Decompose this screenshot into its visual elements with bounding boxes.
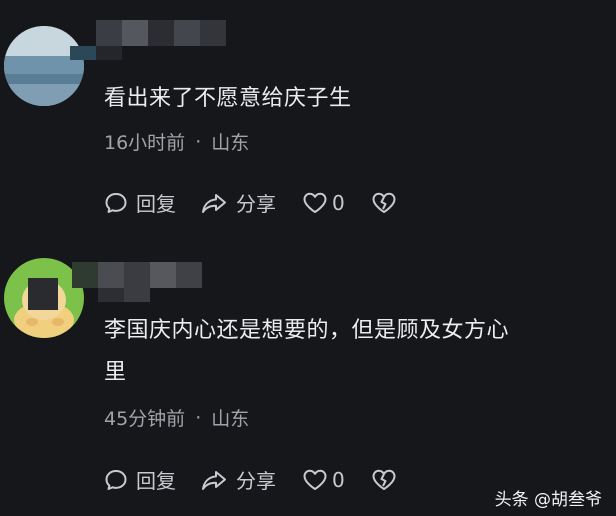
share-button[interactable]: 分享 (200, 188, 276, 217)
broken-heart-icon (372, 192, 396, 213)
like-count: 0 (332, 190, 345, 215)
heart-icon (303, 469, 327, 490)
username-blurred-row2 (98, 288, 150, 302)
comment-actions: 回复 分享 0 (104, 188, 397, 217)
comment-text: 看出来了不愿意给庆子生 (104, 86, 352, 111)
comment-time: 45分钟前 (104, 408, 186, 430)
reply-label: 回复 (136, 469, 176, 493)
watermark: 头条 @胡叁爷 (494, 490, 602, 510)
share-label: 分享 (236, 192, 276, 216)
avatar[interactable] (4, 26, 84, 106)
like-count: 0 (332, 467, 345, 492)
comment-text-line: 里 (104, 360, 127, 385)
share-button[interactable]: 分享 (200, 465, 276, 494)
dislike-button[interactable] (371, 191, 397, 215)
like-button[interactable]: 0 (302, 468, 345, 492)
comment-text: 李国庆内心还是想要的，但是顾及女方心 里 (104, 310, 604, 394)
comment-time: 16小时前 (104, 132, 186, 154)
like-button[interactable]: 0 (302, 191, 345, 215)
comment-meta: 45分钟前 · 山东 (104, 404, 249, 431)
reply-label: 回复 (136, 192, 176, 216)
comment-bubble-icon (105, 469, 127, 490)
comment-meta: 16小时前 · 山东 (104, 128, 249, 155)
username-blurred[interactable] (96, 20, 226, 46)
reply-button[interactable]: 回复 (104, 465, 176, 494)
comment-bubble-icon (105, 192, 127, 213)
meta-separator: · (195, 406, 202, 429)
username-blurred-row2 (70, 46, 122, 60)
share-arrow-icon (202, 470, 226, 490)
username-blurred[interactable] (72, 262, 202, 288)
share-arrow-icon (202, 193, 226, 213)
dislike-button[interactable] (371, 468, 397, 492)
comment-location: 山东 (211, 408, 250, 430)
avatar-image (4, 26, 84, 106)
comment-text-line: 李国庆内心还是想要的，但是顾及女方心 (104, 318, 510, 343)
comment-location: 山东 (211, 132, 250, 154)
comment-actions: 回复 分享 0 (104, 465, 397, 494)
broken-heart-icon (372, 469, 396, 490)
meta-separator: · (195, 130, 202, 153)
reply-button[interactable]: 回复 (104, 188, 176, 217)
share-label: 分享 (236, 469, 276, 493)
heart-icon (303, 192, 327, 213)
